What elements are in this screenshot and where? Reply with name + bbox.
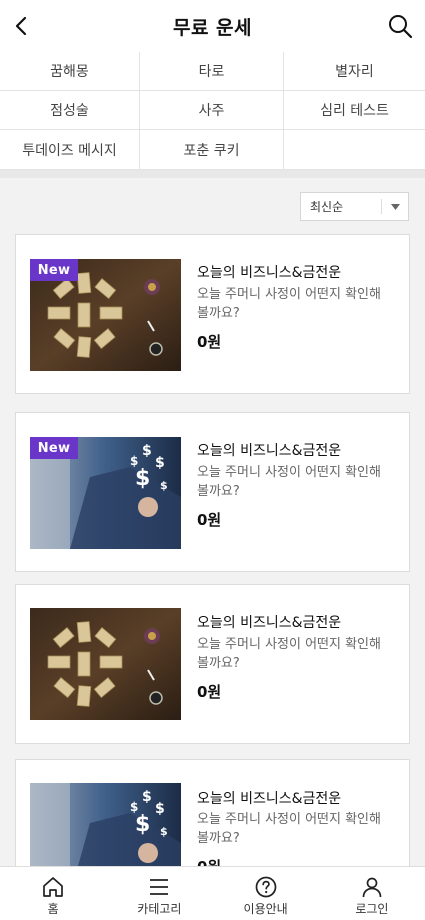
category-todays-message[interactable]: 투데이즈 메시지 [0, 130, 140, 170]
card-title: 오늘의 비즈니스&금전운 [197, 615, 342, 631]
card-title: 오늘의 비즈니스&금전운 [197, 443, 342, 459]
category-dream[interactable]: 꿈해몽 [0, 52, 140, 91]
card-description: 오늘 주머니 사정이 어떤지 확인해 볼까요? [197, 812, 381, 846]
sort-select[interactable]: 최신순 [300, 192, 409, 221]
svg-text:$: $ [135, 812, 150, 837]
category-zodiac[interactable]: 별자리 [284, 52, 425, 91]
top-header: 무료 운세 [0, 0, 425, 53]
new-badge: New [30, 437, 78, 459]
category-psych-test[interactable]: 심리 테스트 [284, 91, 425, 130]
section-divider [0, 170, 425, 178]
sort-selected-label: 최신순 [310, 200, 344, 214]
nav-login[interactable]: 로그인 [319, 867, 425, 920]
category-tarot[interactable]: 타로 [140, 52, 284, 91]
fortune-card[interactable]: $ $ $ $ $ New 오늘의 비즈니스&금전운 오늘 주머니 사정이 어떤… [15, 412, 410, 572]
card-description: 오늘 주머니 사정이 어떤지 확인해 볼까요? [197, 287, 381, 321]
page-title: 무료 운세 [172, 16, 253, 39]
fortune-card[interactable]: New 오늘의 비즈니스&금전운 오늘 주머니 사정이 어떤지 확인해 볼까요?… [15, 234, 410, 394]
new-badge: New [30, 259, 78, 281]
menu-icon [150, 879, 169, 895]
svg-text:$: $ [160, 479, 168, 492]
card-price: 0원 [197, 333, 222, 351]
nav-home[interactable]: 홈 [0, 867, 106, 920]
help-icon [255, 876, 276, 898]
card-description: 오늘 주머니 사정이 어떤지 확인해 볼까요? [197, 465, 381, 499]
nav-category-label: 카테고리 [137, 902, 182, 916]
category-astrology[interactable]: 점성술 [0, 91, 140, 130]
card-description: 오늘 주머니 사정이 어떤지 확인해 볼까요? [197, 637, 381, 671]
nav-category[interactable]: 카테고리 [106, 867, 212, 920]
tarot-cards-image: New [30, 259, 181, 371]
svg-text:$: $ [155, 455, 165, 471]
finance-dollar-image: $ $ $ $ $ New [30, 437, 181, 549]
back-arrow-icon[interactable] [8, 12, 36, 40]
card-price: 0원 [197, 683, 222, 701]
svg-text:$: $ [142, 443, 152, 459]
svg-text:$: $ [142, 789, 152, 805]
tarot-cards-image [30, 608, 181, 720]
home-icon [43, 877, 63, 897]
bottom-navigation: 홈 카테고리 이용안내 로그인 [0, 866, 425, 920]
category-saju[interactable]: 사주 [140, 91, 284, 130]
svg-text:$: $ [135, 466, 150, 491]
card-price: 0원 [197, 511, 222, 529]
fortune-card[interactable]: 오늘의 비즈니스&금전운 오늘 주머니 사정이 어떤지 확인해 볼까요? 0원 [15, 584, 410, 744]
card-title: 오늘의 비즈니스&금전운 [197, 265, 342, 281]
category-empty-cell [284, 130, 425, 170]
svg-text:$: $ [155, 801, 165, 817]
category-grid: 꿈해몽 타로 별자리 점성술 사주 심리 테스트 투데이즈 메시지 포춘 쿠키 [0, 52, 425, 171]
user-icon [362, 877, 382, 898]
nav-guide-label: 이용안내 [243, 902, 288, 916]
card-title: 오늘의 비즈니스&금전운 [197, 791, 342, 807]
nav-home-label: 홈 [47, 902, 59, 916]
search-icon[interactable] [387, 13, 413, 39]
category-fortune-cookie[interactable]: 포춘 쿠키 [140, 130, 284, 170]
caret-down-icon [382, 203, 408, 210]
nav-guide[interactable]: 이용안내 [213, 867, 319, 920]
svg-text:$: $ [160, 825, 168, 838]
nav-login-label: 로그인 [355, 902, 389, 916]
